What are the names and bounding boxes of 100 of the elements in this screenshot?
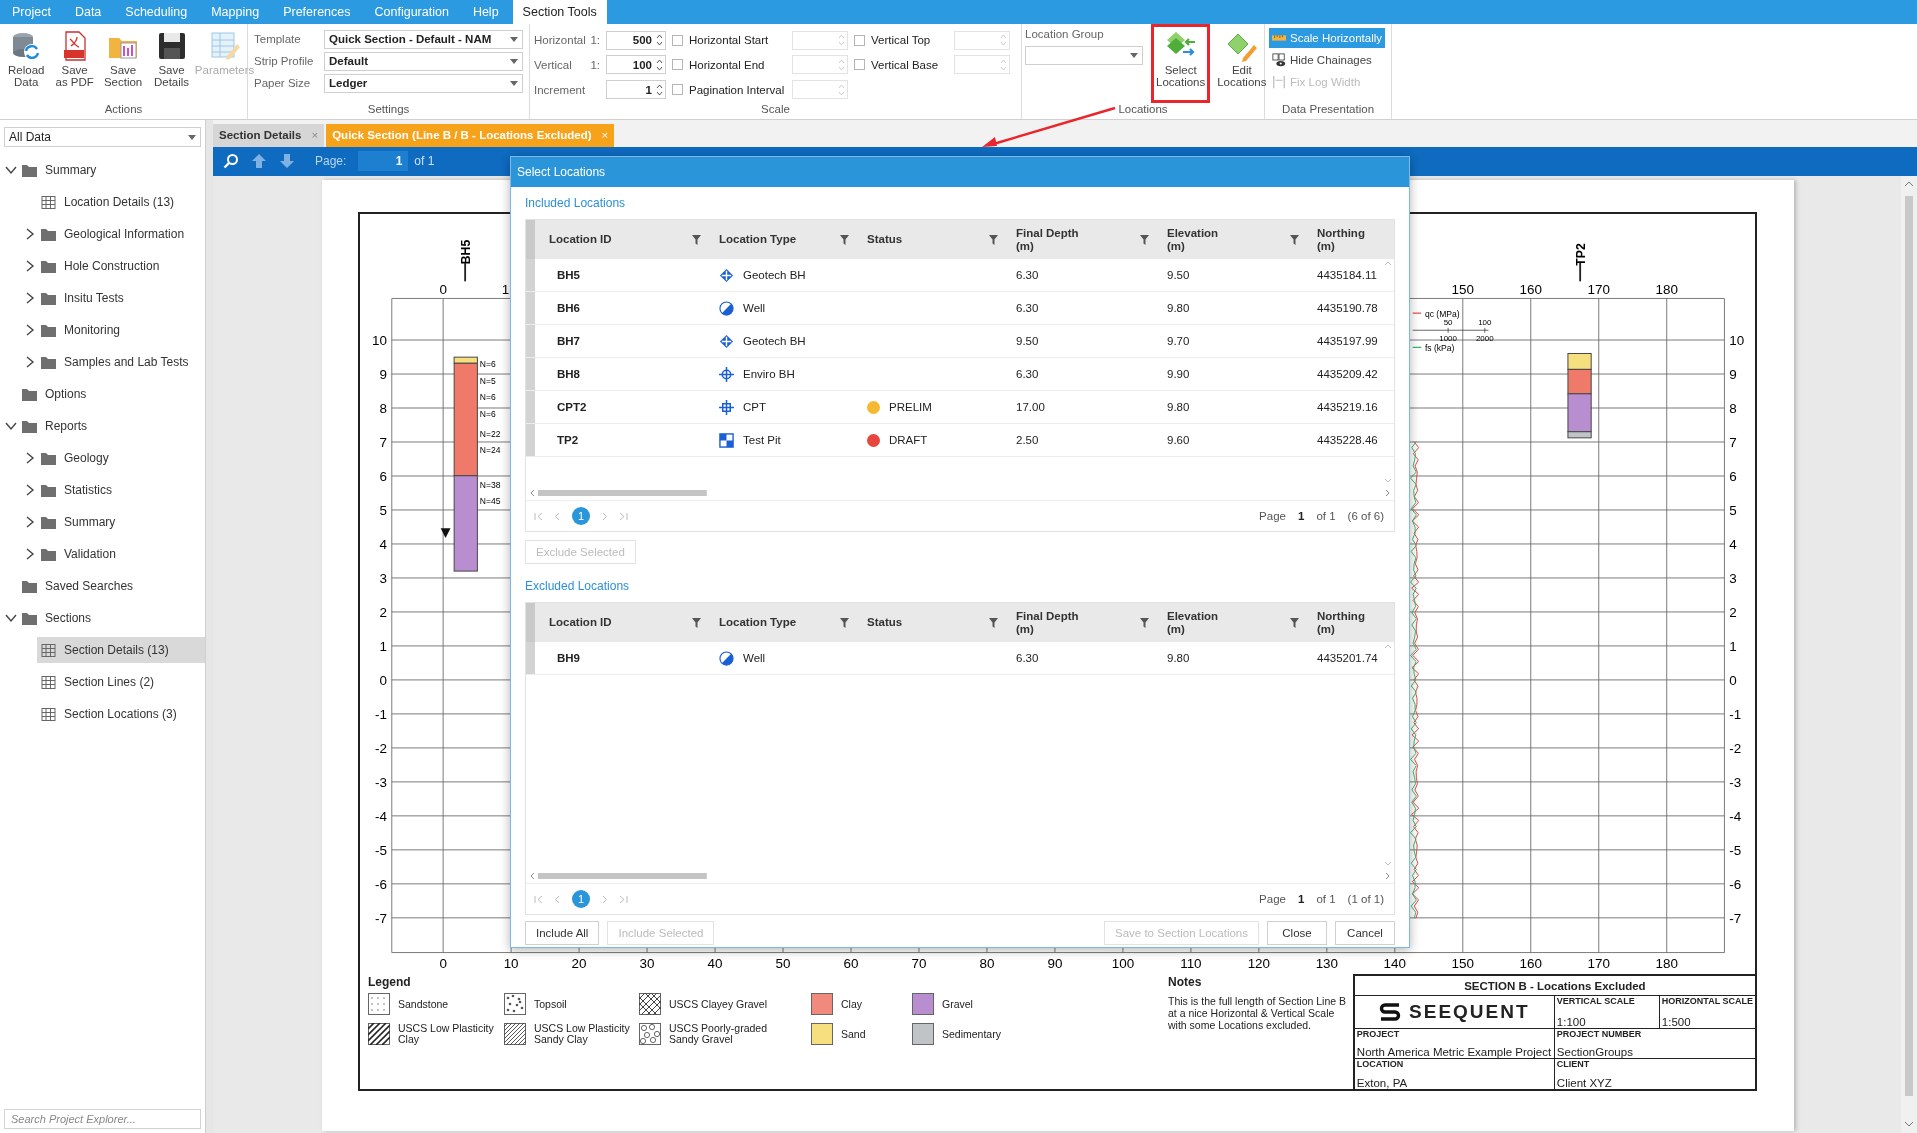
- horizontal-scrollbar[interactable]: [530, 870, 1390, 881]
- spinner-arrows-icon[interactable]: [656, 58, 663, 72]
- number-field[interactable]: 1: [606, 80, 666, 100]
- search-field[interactable]: Search Project Explorer...: [4, 1109, 201, 1129]
- ribbon-button[interactable]: Select Locations: [1153, 26, 1209, 101]
- ribbon-button[interactable]: Reload Data: [4, 28, 49, 101]
- filter-icon[interactable]: [989, 234, 998, 245]
- menu-tab[interactable]: Section Tools: [512, 0, 607, 24]
- checkbox[interactable]: [854, 59, 865, 71]
- last-page-icon[interactable]: [619, 894, 628, 904]
- folder-icon: [41, 515, 56, 529]
- number-field[interactable]: 100: [606, 55, 666, 75]
- filter-icon[interactable]: [1290, 234, 1299, 245]
- page-label: Page: [1259, 510, 1286, 522]
- tree-item[interactable]: Options: [18, 381, 205, 407]
- number-field[interactable]: [792, 30, 848, 50]
- column-header[interactable]: Location Type: [719, 233, 797, 246]
- filter-dropdown[interactable]: All Data: [4, 127, 201, 147]
- first-page-icon[interactable]: [534, 894, 543, 904]
- axis-label: 2: [379, 604, 387, 620]
- ribbon-button[interactable]: Save as PDF: [52, 28, 97, 101]
- column-header[interactable]: Northing (m): [1317, 609, 1365, 636]
- up-arrow-icon[interactable]: [251, 153, 267, 170]
- field-value: SectionGroups: [1556, 1046, 1634, 1058]
- down-arrow-icon[interactable]: [279, 153, 295, 170]
- column-header[interactable]: Location ID: [549, 233, 612, 246]
- folder-icon: [41, 547, 56, 561]
- number-field[interactable]: [792, 55, 848, 75]
- dropdown[interactable]: Quick Section - Default - NAM: [324, 29, 523, 49]
- ribbon-button[interactable]: Save Details: [149, 28, 194, 101]
- horizontal-scrollbar[interactable]: [530, 487, 1390, 498]
- tree-item[interactable]: Reports: [18, 413, 205, 439]
- search-icon[interactable]: [223, 153, 239, 170]
- tree-item[interactable]: Geological Information: [37, 221, 205, 247]
- dropdown[interactable]: Default: [324, 51, 523, 71]
- checkbox[interactable]: [854, 34, 865, 46]
- legend-label: Topsoil: [534, 998, 567, 1010]
- filter-icon[interactable]: [1140, 617, 1149, 628]
- filter-icon[interactable]: [1140, 234, 1149, 245]
- last-page-icon[interactable]: [619, 511, 628, 521]
- tree-item[interactable]: Insitu Tests: [37, 285, 205, 311]
- number-field[interactable]: 500: [606, 30, 666, 50]
- spinner-arrows-icon[interactable]: [656, 82, 663, 97]
- document-tab[interactable]: Section Details ×: [213, 123, 325, 147]
- legend-line: [1412, 346, 1422, 348]
- column-header[interactable]: Elevation (m): [1167, 226, 1219, 253]
- filter-icon[interactable]: [840, 617, 849, 628]
- checkbox[interactable]: [672, 84, 683, 96]
- number-field[interactable]: [954, 30, 1010, 50]
- dialog-button[interactable]: Include All: [525, 921, 600, 945]
- first-page-icon[interactable]: [534, 511, 543, 521]
- previous-page-icon[interactable]: [553, 894, 562, 904]
- column-header[interactable]: Status: [867, 233, 903, 246]
- table-cell: BH9: [557, 652, 580, 664]
- filter-icon[interactable]: [692, 234, 701, 245]
- next-page-icon[interactable]: [600, 894, 609, 904]
- tree-item[interactable]: Hole Construction: [37, 253, 205, 279]
- ribbon-button[interactable]: Save Section: [100, 28, 146, 101]
- checkbox[interactable]: [672, 34, 683, 46]
- column-header[interactable]: Northing (m): [1317, 226, 1365, 253]
- column-header[interactable]: Elevation (m): [1167, 609, 1219, 636]
- tree-item[interactable]: Section Locations (3): [37, 701, 205, 727]
- ribbon-toggle[interactable]: Hide Chainages: [1269, 50, 1386, 70]
- tree-item[interactable]: Section Details (13): [37, 637, 205, 663]
- tree-item[interactable]: Monitoring: [37, 317, 205, 343]
- tree-item[interactable]: Summary: [18, 157, 205, 183]
- filter-icon[interactable]: [1290, 617, 1299, 628]
- column-header[interactable]: Status: [867, 616, 903, 629]
- number-field[interactable]: [792, 80, 848, 100]
- previous-page-icon[interactable]: [553, 511, 562, 521]
- column-header[interactable]: Location ID: [549, 616, 612, 629]
- vertical-scrollbar[interactable]: [1382, 642, 1394, 868]
- dialog-button[interactable]: Close: [1267, 921, 1327, 945]
- table-cell: Well: [743, 302, 766, 314]
- filter-icon[interactable]: [840, 234, 849, 245]
- axis-label: 150: [1451, 956, 1474, 971]
- tree-item[interactable]: Location Details (13): [37, 189, 205, 215]
- vertical-scrollbar[interactable]: [1382, 259, 1394, 485]
- page-field[interactable]: 1: [358, 151, 409, 172]
- dropdown[interactable]: [1025, 46, 1143, 65]
- column-header[interactable]: Final Depth (m): [1016, 226, 1079, 253]
- checkbox[interactable]: [672, 59, 683, 71]
- column-header[interactable]: Final Depth (m): [1016, 609, 1079, 636]
- column-header[interactable]: Location Type: [719, 616, 797, 629]
- spinner-arrows-icon[interactable]: [656, 33, 663, 48]
- tree-item[interactable]: Statistics: [37, 477, 205, 503]
- next-page-icon[interactable]: [600, 511, 609, 521]
- tree-item[interactable]: Geology: [37, 445, 205, 471]
- number-field[interactable]: [954, 55, 1010, 75]
- tree-item[interactable]: Summary: [37, 509, 205, 535]
- dropdown[interactable]: Ledger: [324, 73, 523, 93]
- tree-item[interactable]: Validation: [37, 541, 205, 567]
- tree-item[interactable]: Saved Searches: [18, 573, 205, 599]
- tree-item[interactable]: Samples and Lab Tests: [37, 349, 205, 375]
- tree-item[interactable]: Sections: [18, 605, 205, 631]
- tree-item[interactable]: Section Lines (2): [37, 669, 205, 695]
- filter-icon[interactable]: [692, 617, 701, 628]
- dialog-button[interactable]: Cancel: [1335, 921, 1395, 945]
- ribbon-button[interactable]: Edit Locations: [1214, 26, 1270, 101]
- filter-icon[interactable]: [989, 617, 998, 628]
